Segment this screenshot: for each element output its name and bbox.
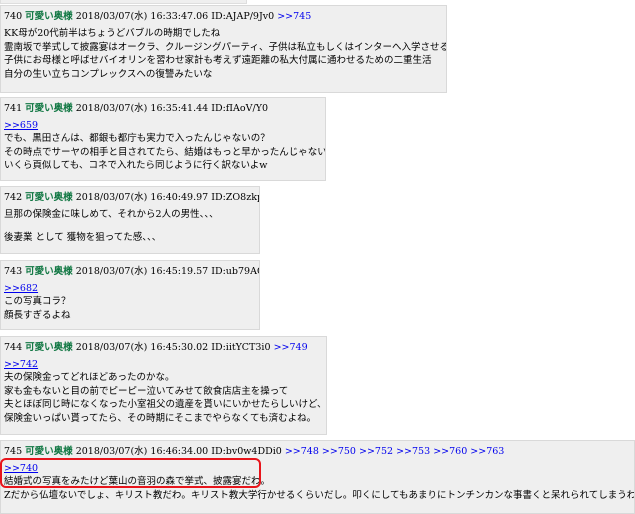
post-number: 744 [4,342,23,353]
post-number: 740 [4,11,23,22]
poster-name: 可愛い奥様 [25,192,73,203]
post-header: 742 可愛い奥様 2018/03/07(水) 16:40:49.97 ID:Z… [4,191,259,204]
post-date: 2018/03/07(水) 16:45:30.02 [75,342,209,353]
post-body-line: でも、黒田さんは、都銀も都庁も実力で入ったんじゃないの？ [4,133,270,144]
post-body-line: 夫の保険金ってどれほどあったのかな。 [4,372,175,383]
post-body-line: その時点でサーヤの相手と目されてたら、結婚はもっと早かったんじゃない？ [4,146,326,158]
post-number: 742 [4,192,23,203]
reply-link[interactable]: >>753 [396,446,430,457]
post-date: 2018/03/07(水) 16:35:41.44 [75,103,209,114]
post-header: 745 可愛い奥様 2018/03/07(水) 16:46:34.00 ID:b… [4,445,628,458]
post-date: 2018/03/07(水) 16:46:34.00 [75,446,209,457]
poster-id: ID:fIAoV/Y0 [211,103,269,114]
reply-link[interactable]: >>752 [359,446,393,457]
poster-name: 可愛い奥様 [25,266,73,277]
post-body-line: 結婚式の写真をみたけど葉山の音羽の森で挙式、披露宴だわ。 [4,476,271,487]
post-body-line: この写真コラ？ [4,296,71,307]
poster-id: ID:iitYCT3i0 [211,342,271,353]
post-body-line: 家も金もないと目の前でピーピー泣いてみせて飲食店店主を操って [4,385,289,397]
post-date: 2018/03/07(水) 16:45:19.57 [75,266,209,277]
reply-anchor-link[interactable]: >>659 [4,119,38,132]
poster-name: 可愛い奥様 [25,11,73,22]
post-body-line: 霊南坂で挙式して披露宴はオークラ、クルージングパーティ、子供は私立もしくはインタ… [4,41,447,53]
post-body-line: 自分の生い立ちコンプレックスへの復讐みたいな [4,68,213,80]
post-5: 745 可愛い奥様 2018/03/07(水) 16:46:34.00 ID:b… [0,440,635,514]
poster-id: ID:ub79AOXP0 [211,266,259,277]
post-number: 745 [4,446,23,457]
post-header: 743 可愛い奥様 2018/03/07(水) 16:45:19.57 ID:u… [4,265,259,278]
post-3: 743 可愛い奥様 2018/03/07(水) 16:45:19.57 ID:u… [0,260,260,330]
post-body-line: 夫とほぼ同じ時になくなった小室祖父の遺産を貰いにいかせたらしいけど、 [4,399,327,411]
post-body-line: 旦那の保険金に味しめて、それから2人の男性、、、 [4,209,219,220]
post-header: 740 可愛い奥様 2018/03/07(水) 16:33:47.06 ID:A… [4,10,440,23]
post-2: 742 可愛い奥様 2018/03/07(水) 16:40:49.97 ID:Z… [0,186,260,254]
post-header: 741 可愛い奥様 2018/03/07(水) 16:35:41.44 ID:f… [4,102,319,115]
post-body-line: いくら頁似しても、コネで入れたら同じように行く訳ないよw [4,160,268,172]
poster-name: 可愛い奥様 [25,446,73,457]
post-body-line: 顔長すぎるよね [4,309,71,321]
post-4: 744 可愛い奥様 2018/03/07(水) 16:45:30.02 ID:i… [0,336,327,435]
post-body-line: 子供にお母様と呼ばせバイオリンを習わせ家計も考えず遠距離の私大付属に通わせるため… [4,55,432,67]
reply-link[interactable]: >>748 [285,446,319,457]
reply-link[interactable]: >>763 [470,446,504,457]
post-body-line: Zだから仏壇ないでしょ、キリスト教だわ。キリスト教大学行かせるくらいだし。叩くに… [4,489,635,501]
post-date: 2018/03/07(水) 16:33:47.06 [75,11,209,22]
reply-link[interactable]: >>760 [433,446,467,457]
reply-link[interactable]: >>745 [277,11,311,22]
post-body-line: 保険金いっぱい貰ってたら、その時期にそこまでやらなくても済むよね。 [4,412,317,424]
reply-link[interactable]: >>750 [322,446,356,457]
post-number: 741 [4,103,23,114]
poster-name: 可愛い奥様 [25,103,73,114]
post-body-line: 後妻業 として 獲物を狙ってた感、、、 [4,231,162,243]
poster-name: 可愛い奥様 [25,342,73,353]
previous-post-edge [0,0,247,4]
post-1: 741 可愛い奥様 2018/03/07(水) 16:35:41.44 ID:f… [0,97,326,181]
post-date: 2018/03/07(水) 16:40:49.97 [75,192,209,203]
poster-id: ID:AJAP/9Jv0 [211,11,275,22]
reply-anchor-link[interactable]: >>682 [4,282,38,295]
post-body-line: KK母が20代前半はちょうどバブルの時期でしたね [4,28,221,39]
poster-id: ID:bv0w4DDi0 [211,446,282,457]
post-header: 744 可愛い奥様 2018/03/07(水) 16:45:30.02 ID:i… [4,341,320,354]
reply-anchor-link[interactable]: >>742 [4,358,38,371]
reply-anchor-link[interactable]: >>740 [4,462,38,475]
reply-link[interactable]: >>749 [274,342,308,353]
poster-id: ID:ZO8zkpoW0 [211,192,259,203]
post-0: 740 可愛い奥様 2018/03/07(水) 16:33:47.06 ID:A… [0,5,447,93]
post-number: 743 [4,266,23,277]
